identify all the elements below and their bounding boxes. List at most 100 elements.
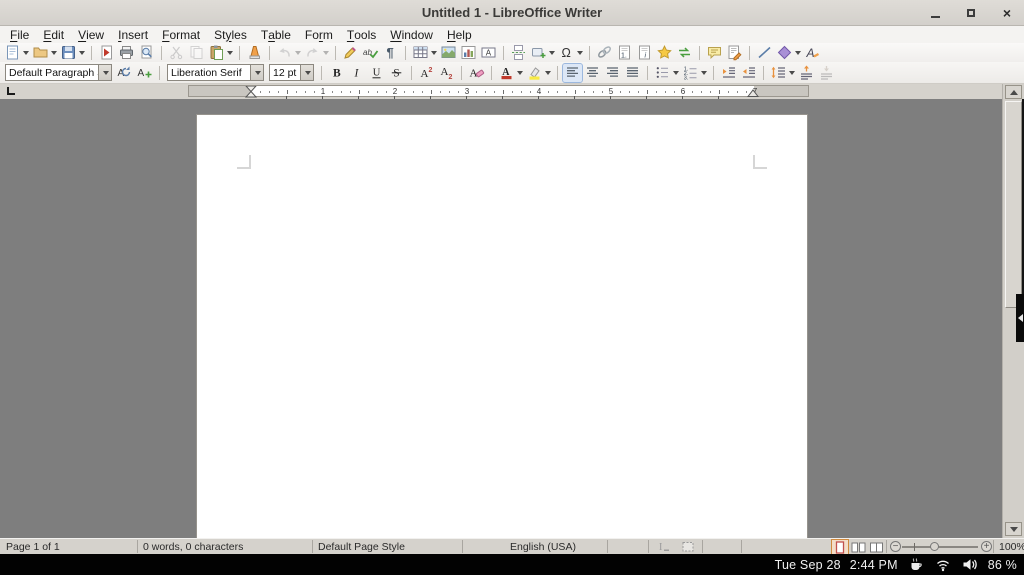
increase-paragraph-spacing-button[interactable]	[797, 64, 816, 82]
font-color-button[interactable]: A	[497, 64, 524, 82]
dropdown-arrow-icon[interactable]	[545, 70, 551, 75]
menu-view[interactable]: View	[71, 26, 111, 43]
font-name-dropdown-button[interactable]	[250, 65, 263, 80]
page-style-status[interactable]: Default Page Style	[318, 541, 405, 553]
bullet-list-button[interactable]	[653, 64, 680, 82]
font-name-combobox[interactable]: Liberation Serif	[167, 64, 264, 81]
dropdown-arrow-icon[interactable]	[51, 50, 57, 55]
insert-chart-button[interactable]	[459, 44, 478, 62]
basic-shapes-button[interactable]	[775, 44, 802, 62]
insert-page-break-button[interactable]	[509, 44, 528, 62]
minimize-button[interactable]	[928, 6, 942, 20]
align-left-button[interactable]	[562, 62, 583, 83]
wifi-icon[interactable]	[934, 556, 952, 573]
taskbar-date[interactable]: Tue Sep 28	[775, 558, 841, 572]
subscript-button[interactable]: A2	[437, 64, 456, 82]
insert-bookmark-button[interactable]	[655, 44, 674, 62]
open-button[interactable]	[31, 44, 58, 62]
dropdown-arrow-icon[interactable]	[227, 50, 233, 55]
print-preview-button[interactable]	[137, 44, 156, 62]
insert-table-button[interactable]	[411, 44, 438, 62]
zoom-in-button[interactable]: +	[981, 541, 992, 552]
fontwork-button[interactable]: A	[803, 44, 822, 62]
menu-insert[interactable]: Insert	[111, 26, 155, 43]
dropdown-arrow-icon[interactable]	[789, 70, 795, 75]
view-multi-page-button[interactable]	[850, 540, 866, 554]
font-size-dropdown-button[interactable]	[300, 65, 313, 80]
spelling-button[interactable]	[341, 44, 360, 62]
taskbar-clock[interactable]: 2:44 PM	[850, 558, 898, 572]
dropdown-arrow-icon[interactable]	[79, 50, 85, 55]
menu-form[interactable]: Fo r m	[298, 26, 340, 43]
dropdown-arrow-icon[interactable]	[295, 50, 301, 55]
insert-field-button[interactable]	[529, 44, 556, 62]
close-button[interactable]: ×	[1000, 6, 1014, 20]
clear-formatting-button[interactable]: A	[467, 64, 486, 82]
increase-indent-button[interactable]	[719, 64, 738, 82]
zoom-out-button[interactable]: −	[890, 541, 901, 552]
export-pdf-button[interactable]	[97, 44, 116, 62]
tab-type-selector-icon[interactable]	[7, 87, 15, 95]
dropdown-arrow-icon[interactable]	[577, 50, 583, 55]
view-single-page-button[interactable]	[831, 539, 849, 555]
new-style-button[interactable]: A	[135, 64, 154, 82]
view-book-button[interactable]	[868, 540, 884, 554]
italic-button[interactable]: I	[347, 64, 366, 82]
decrease-indent-button[interactable]	[739, 64, 758, 82]
language-status[interactable]: English (USA)	[510, 541, 576, 553]
caffeine-icon[interactable]	[907, 556, 925, 573]
line-spacing-button[interactable]	[769, 64, 796, 82]
menu-tools[interactable]: Tools	[340, 26, 383, 43]
insert-line-button[interactable]	[755, 44, 774, 62]
menu-help[interactable]: Help	[440, 26, 479, 43]
numbered-list-button[interactable]: 1. 2. 3.	[681, 64, 708, 82]
menu-table[interactable]: Ta ble	[254, 26, 298, 43]
bold-button[interactable]: B	[327, 64, 346, 82]
track-changes-button[interactable]	[725, 44, 744, 62]
scroll-up-button[interactable]	[1005, 85, 1022, 99]
volume-icon[interactable]	[961, 556, 979, 573]
align-center-button[interactable]	[583, 64, 602, 82]
paragraph-style-dropdown-button[interactable]	[98, 65, 111, 80]
dropdown-arrow-icon[interactable]	[673, 70, 679, 75]
menu-styles[interactable]: St y les	[207, 26, 254, 43]
clone-formatting-button[interactable]	[245, 44, 264, 62]
scrollbar-thumb[interactable]	[1005, 101, 1022, 308]
insert-endnote-button[interactable]: i	[635, 44, 654, 62]
document-page[interactable]	[196, 114, 808, 538]
scroll-down-button[interactable]	[1005, 522, 1022, 536]
menu-format[interactable]: Format	[155, 26, 207, 43]
dropdown-arrow-icon[interactable]	[795, 50, 801, 55]
insert-textbox-button[interactable]: A	[479, 44, 498, 62]
battery-percentage[interactable]: 86 %	[988, 558, 1017, 572]
insert-footnote-button[interactable]: 1.	[615, 44, 634, 62]
dropdown-arrow-icon[interactable]	[23, 50, 29, 55]
dropdown-arrow-icon[interactable]	[549, 50, 555, 55]
horizontal-ruler[interactable]: 1234567	[188, 85, 809, 98]
dropdown-arrow-icon[interactable]	[517, 70, 523, 75]
strikethrough-button[interactable]: S	[387, 64, 406, 82]
auto-spellcheck-button[interactable]: ab	[361, 44, 380, 62]
highlight-color-button[interactable]	[525, 64, 552, 82]
insert-image-button[interactable]	[439, 44, 458, 62]
selection-mode-icon[interactable]	[680, 540, 697, 554]
underline-button[interactable]: U	[367, 64, 386, 82]
align-right-button[interactable]	[603, 64, 622, 82]
formatting-marks-button[interactable]: ¶	[381, 44, 400, 62]
menu-file[interactable]: File	[3, 26, 36, 43]
dropdown-arrow-icon[interactable]	[431, 50, 437, 55]
zoom-level-status[interactable]: 100%	[999, 541, 1024, 553]
new-document-button[interactable]	[3, 44, 30, 62]
align-justify-button[interactable]	[623, 64, 642, 82]
insert-special-character-button[interactable]: Ω	[557, 44, 584, 62]
paste-button[interactable]	[207, 44, 234, 62]
insert-mode-icon[interactable]: I	[656, 540, 673, 554]
dropdown-arrow-icon[interactable]	[323, 50, 329, 55]
insert-comment-button[interactable]	[705, 44, 724, 62]
insert-cross-reference-button[interactable]	[675, 44, 694, 62]
paragraph-style-combobox[interactable]: Default Paragraph Sty	[5, 64, 112, 81]
print-button[interactable]	[117, 44, 136, 62]
menu-window[interactable]: Window	[383, 26, 440, 43]
dropdown-arrow-icon[interactable]	[701, 70, 707, 75]
font-size-combobox[interactable]: 12 pt	[269, 64, 314, 81]
